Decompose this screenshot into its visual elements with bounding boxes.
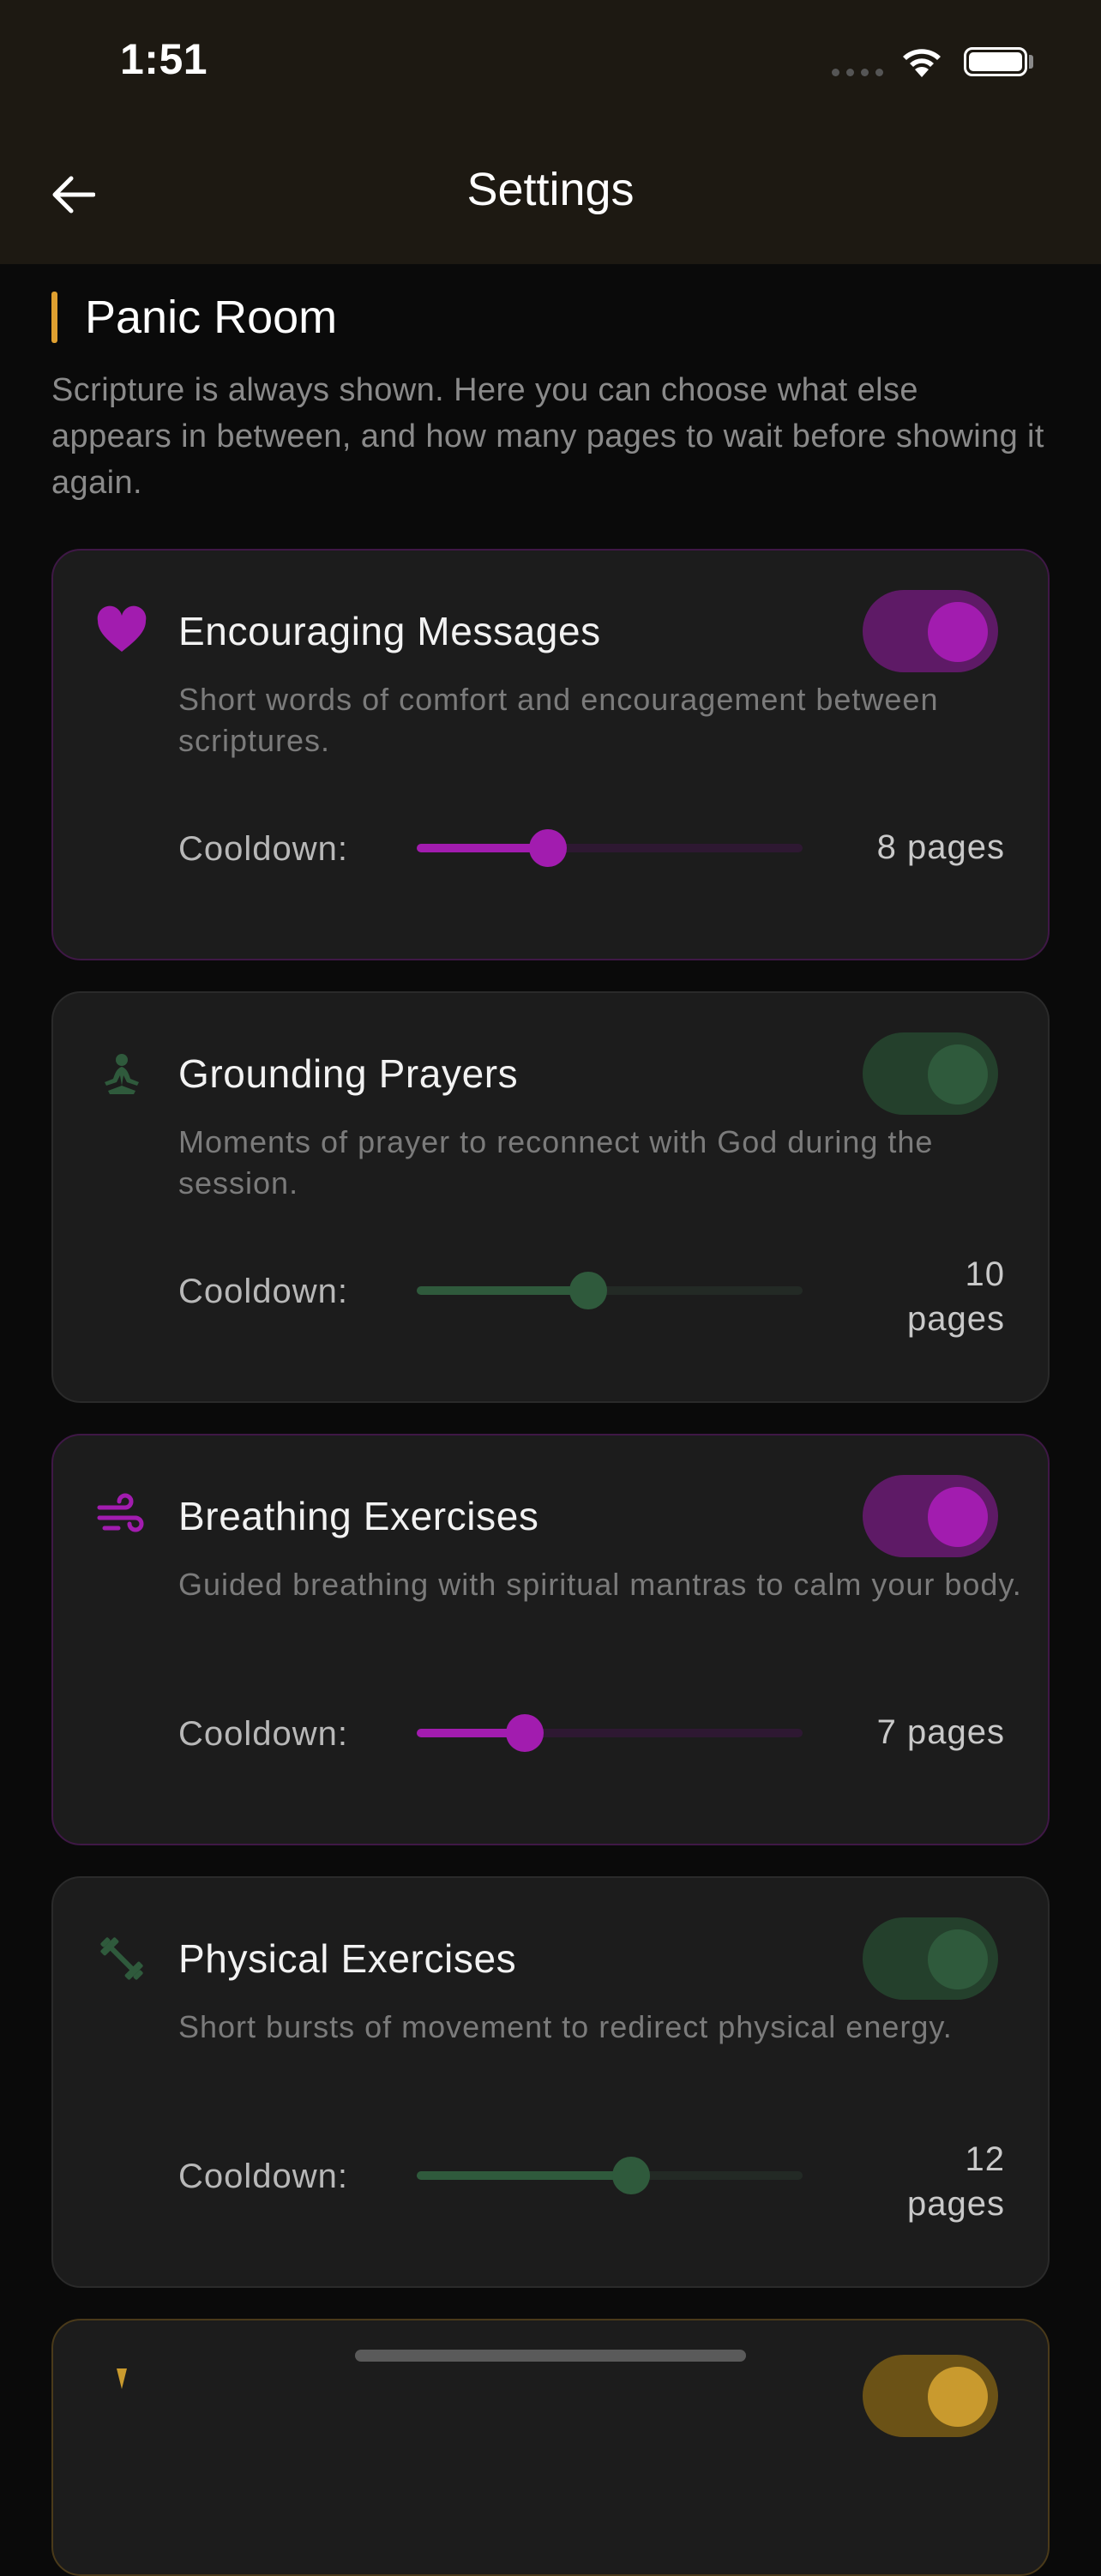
cooldown-label: Cooldown:	[178, 1273, 349, 1310]
slider-thumb[interactable]	[506, 1714, 544, 1752]
cooldown-value: 8 pages	[876, 828, 1005, 866]
card-description: Moments of prayer to reconnect with God …	[178, 1124, 934, 1201]
page-title: Settings	[466, 164, 635, 215]
cooldown-value-unit: pages	[907, 1300, 1005, 1338]
partial-card-toggle[interactable]	[863, 2355, 998, 2437]
status-bar: 1:51	[0, 0, 1101, 129]
slider-thumb[interactable]	[611, 2157, 650, 2194]
card-encouraging-messages: Encouraging Messages Short words of comf…	[51, 549, 1050, 960]
cooldown-value: 12 pages	[833, 2137, 1005, 2226]
breathing-exercises-toggle[interactable]	[863, 1475, 998, 1557]
cooldown-label: Cooldown:	[178, 2158, 349, 2195]
card-title: Physical Exercises	[178, 1936, 517, 1981]
dumbbell-icon	[100, 1937, 143, 1980]
grounding-prayers-toggle[interactable]	[863, 1032, 998, 1115]
card-physical-exercises: Physical Exercises Short bursts of movem…	[51, 1876, 1050, 2288]
app-bar: Settings	[0, 129, 1101, 264]
cooldown-value-unit: pages	[907, 2185, 1005, 2223]
wind-icon	[97, 1493, 144, 1532]
section-accent-bar	[51, 292, 57, 343]
cooldown-value: 7 pages	[876, 1713, 1005, 1751]
prayer-icon	[105, 1054, 139, 1094]
cooldown-slider[interactable]	[417, 1714, 803, 1752]
card-title: Grounding Prayers	[178, 1051, 519, 1096]
card-breathing-exercises: Breathing Exercises Guided breathing wit…	[51, 1434, 1050, 1845]
card-icon-partial	[117, 2368, 127, 2389]
cooldown-slider[interactable]	[417, 1272, 803, 1309]
physical-exercises-toggle[interactable]	[863, 1917, 998, 2000]
heart-icon	[97, 605, 147, 652]
cellular-signal-icon	[832, 69, 883, 76]
cooldown-value-number: 10	[965, 1255, 1005, 1293]
card-grounding-prayers: Grounding Prayers Moments of prayer to r…	[51, 991, 1050, 1403]
cooldown-slider[interactable]	[417, 829, 803, 867]
slider-thumb[interactable]	[529, 829, 567, 867]
card-title: Breathing Exercises	[178, 1494, 539, 1538]
cooldown-value-number: 12	[965, 2140, 1005, 2178]
encouraging-messages-toggle[interactable]	[863, 590, 998, 672]
status-time: 1:51	[120, 35, 208, 83]
card-description: Short words of comfort and encouragement…	[178, 682, 939, 758]
slider-thumb[interactable]	[569, 1272, 608, 1309]
cooldown-value: 10 pages	[833, 1252, 1005, 1341]
card-description: Guided breathing with spiritual mantras …	[178, 1567, 1022, 1602]
wifi-icon	[903, 49, 941, 77]
section-title: Panic Room	[85, 292, 338, 343]
card-title: Encouraging Messages	[178, 609, 601, 653]
battery-icon	[964, 47, 1027, 76]
home-indicator	[355, 2350, 746, 2362]
cooldown-slider[interactable]	[417, 2157, 803, 2194]
section-header: Panic Room	[51, 292, 337, 343]
battery-tip	[1029, 55, 1033, 69]
cooldown-label: Cooldown:	[178, 830, 349, 868]
card-description: Short bursts of movement to redirect phy…	[178, 2009, 953, 2044]
cooldown-label: Cooldown:	[178, 1715, 349, 1753]
section-description: Scripture is always shown. Here you can …	[51, 372, 1044, 501]
